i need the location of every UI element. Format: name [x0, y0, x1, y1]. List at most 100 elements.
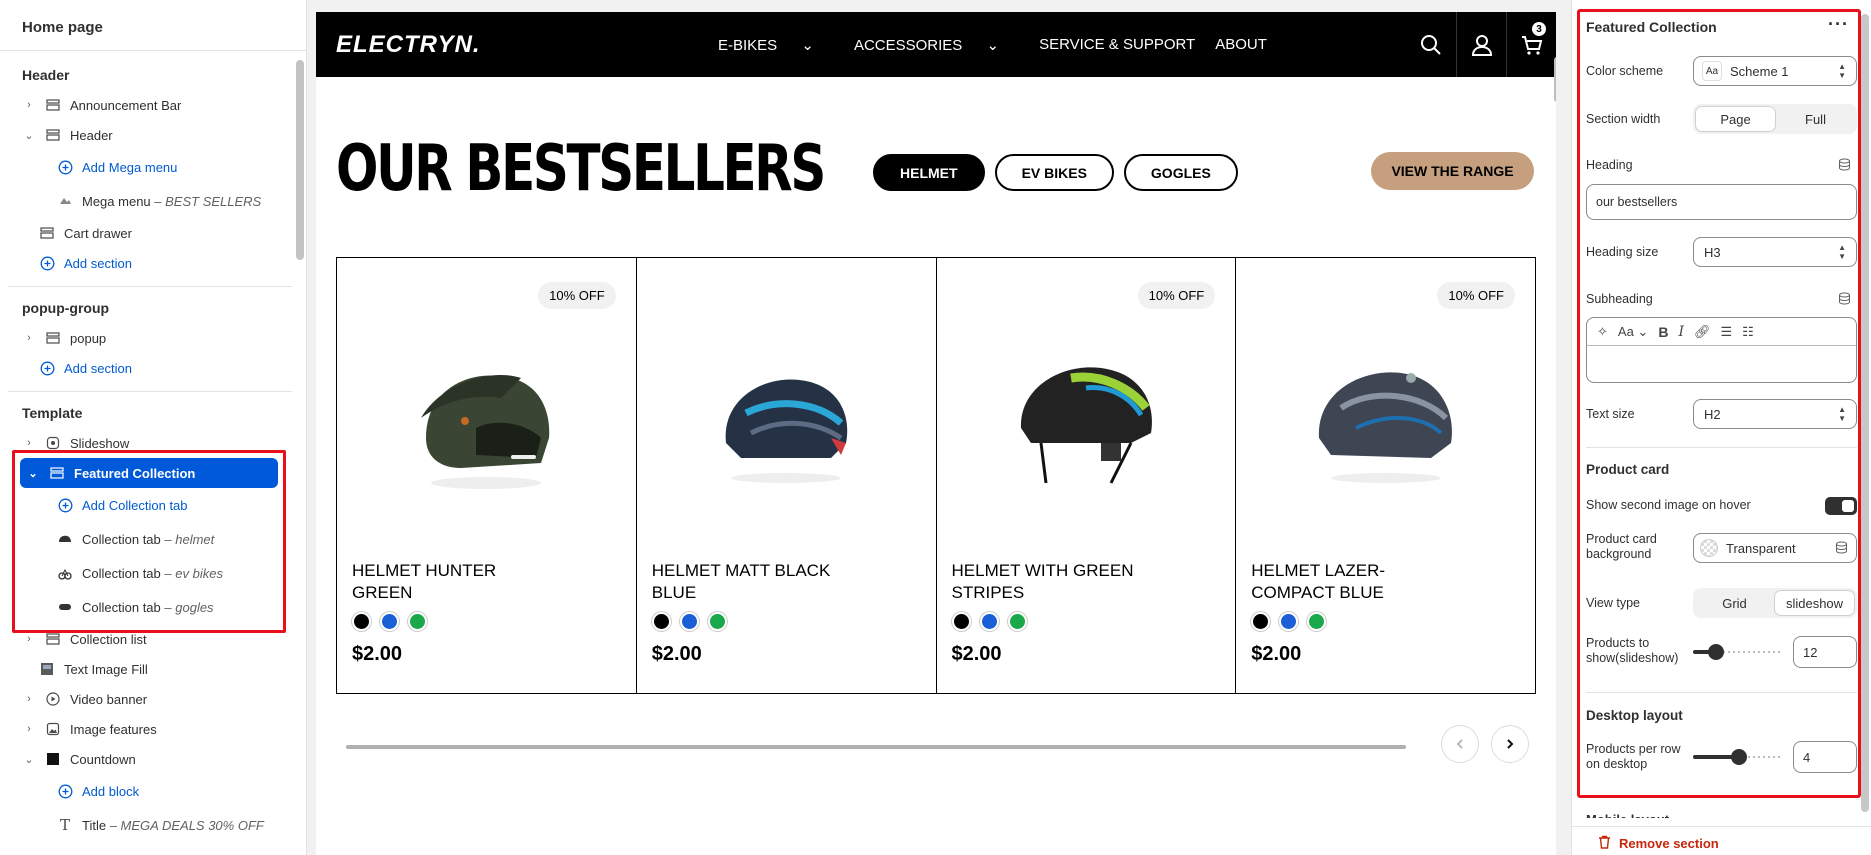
add-collection-tab-button[interactable]: Add Collection tab [0, 488, 292, 522]
tab-helmet[interactable]: HELMET [873, 154, 985, 191]
nav-item-about[interactable]: ABOUT [1215, 36, 1267, 54]
product-card[interactable]: HELMET MATT BLACK BLUE $2.00 [637, 258, 937, 693]
product-name[interactable]: HELMET LAZER-COMPACT BLUE [1251, 560, 1451, 604]
sidebar-item-popup[interactable]: › popup [0, 323, 292, 353]
slider-progress-bar[interactable] [346, 745, 1406, 749]
prev-slide-button[interactable] [1441, 725, 1479, 763]
sidebar-item-cart-drawer[interactable]: Cart drawer [0, 218, 292, 248]
add-mega-menu-button[interactable]: Add Mega menu [0, 150, 292, 184]
add-section-button[interactable]: Add section [0, 248, 292, 278]
chevron-right-icon[interactable]: › [22, 332, 36, 344]
sidebar-item-mega-menu[interactable]: Mega menu – BEST SELLERS [0, 184, 292, 218]
bold-icon[interactable]: B [1658, 324, 1668, 340]
more-options-icon[interactable]: ··· [1828, 14, 1849, 35]
view-type-slideshow-option[interactable]: slideshow [1774, 590, 1855, 616]
tab-gogles[interactable]: GOGLES [1123, 154, 1238, 191]
product-card[interactable]: 10% OFF HELMET WITH GREEN STRIPES $2.00 [937, 258, 1237, 693]
section-width-page-option[interactable]: Page [1695, 106, 1776, 132]
per-row-input[interactable]: 4 [1793, 741, 1857, 773]
swatch-blue[interactable] [979, 612, 999, 631]
sidebar-item-text-image-fill[interactable]: Text Image Fill [0, 654, 292, 684]
sidebar-item-collection-tab-gogles[interactable]: Collection tab – gogles [0, 590, 292, 624]
view-range-button[interactable]: VIEW THE RANGE [1371, 152, 1534, 190]
chevron-right-icon[interactable]: › [22, 99, 36, 111]
product-image[interactable] [401, 343, 571, 493]
product-name[interactable]: HELMET WITH GREEN STRIPES [952, 560, 1152, 604]
dynamic-source-icon[interactable] [1835, 541, 1848, 557]
chevron-right-icon[interactable]: › [22, 437, 36, 449]
products-to-show-slider[interactable] [1693, 644, 1783, 660]
sidebar-item-header[interactable]: ⌄ Header [0, 120, 292, 150]
text-style-icon[interactable]: Aa ⌄ [1618, 324, 1648, 340]
nav-item-service[interactable]: SERVICE & SUPPORT [1039, 36, 1195, 54]
chevron-down-icon[interactable]: ⌄ [22, 753, 36, 766]
chevron-down-icon[interactable]: ⌄ [26, 467, 40, 480]
section-width-full-option[interactable]: Full [1776, 106, 1855, 132]
swatch-black[interactable] [352, 612, 371, 631]
nav-item-ebikes[interactable]: E-BIKES ⌄ [718, 36, 834, 54]
cart-icon[interactable]: 3 [1506, 12, 1556, 77]
swatch-black[interactable] [951, 612, 971, 631]
product-name[interactable]: HELMET MATT BLACK BLUE [652, 560, 852, 604]
add-block-button[interactable]: Add block [0, 774, 292, 808]
link-icon[interactable]: 🔗︎ [1694, 324, 1711, 340]
product-card[interactable]: 10% OFF HELMET LAZER-COMPACT BLUE $2.00 [1236, 258, 1535, 693]
sidebar-item-title-block[interactable]: T Title – MEGA DEALS 30% OFF [0, 808, 292, 842]
add-section-button[interactable]: Add section [0, 353, 292, 383]
store-logo[interactable]: ELECTRYN. [336, 31, 481, 59]
ai-sparkle-icon[interactable]: ✧ [1597, 324, 1608, 340]
sidebar-scrollbar[interactable] [296, 60, 304, 260]
card-background-select[interactable]: Transparent [1693, 533, 1857, 563]
search-icon[interactable] [1406, 12, 1456, 77]
bullet-list-icon[interactable]: ☰ [1720, 324, 1732, 340]
account-icon[interactable] [1456, 12, 1506, 77]
swatch-green[interactable] [408, 612, 427, 631]
swatch-black[interactable] [651, 612, 671, 631]
sidebar-item-countdown[interactable]: ⌄ Countdown [0, 744, 292, 774]
product-image[interactable] [1301, 343, 1471, 493]
panel-scrollbar[interactable] [1861, 14, 1869, 812]
dynamic-source-icon[interactable] [1838, 158, 1851, 176]
chevron-right-icon[interactable]: › [22, 723, 36, 735]
view-type-grid-option[interactable]: Grid [1695, 590, 1774, 616]
second-image-toggle[interactable] [1825, 497, 1857, 515]
subheading-editor[interactable]: ✧ Aa ⌄ B I 🔗︎ ☰ ☷ [1586, 317, 1857, 383]
next-slide-button[interactable] [1491, 725, 1529, 763]
chevron-right-icon[interactable]: › [22, 693, 36, 705]
swatch-black[interactable] [1251, 612, 1271, 631]
tab-ev-bikes[interactable]: EV BIKES [994, 154, 1114, 191]
sidebar-item-image-features[interactable]: › Image features [0, 714, 292, 744]
product-name[interactable]: HELMET HUNTER GREEN [352, 560, 552, 604]
sidebar-item-video-banner[interactable]: › Video banner [0, 684, 292, 714]
chevron-down-icon[interactable]: ⌄ [22, 129, 36, 142]
dynamic-source-icon[interactable] [1838, 292, 1851, 310]
swatch-blue[interactable] [380, 612, 399, 631]
italic-icon[interactable]: I [1678, 324, 1684, 340]
sidebar-item-collection-list[interactable]: › Collection list [0, 624, 292, 654]
sidebar-item-slideshow[interactable]: › Slideshow [0, 428, 292, 458]
remove-section-button[interactable]: Remove section [1598, 835, 1719, 852]
color-scheme-select[interactable]: Aa Scheme 1 ▲ ▼ [1693, 56, 1857, 86]
product-image[interactable] [701, 343, 871, 493]
swatch-blue[interactable] [1279, 612, 1299, 631]
sidebar-item-collection-tab-ev-bikes[interactable]: Collection tab – ev bikes [0, 556, 292, 590]
heading-input[interactable]: our bestsellers [1586, 184, 1857, 220]
preview-scrollbar[interactable] [1554, 57, 1556, 102]
chevron-right-icon[interactable]: › [22, 633, 36, 645]
swatch-green[interactable] [707, 612, 727, 631]
products-to-show-input[interactable]: 12 [1793, 636, 1857, 668]
swatch-green[interactable] [1307, 612, 1327, 631]
heading-size-select[interactable]: H3 ▲ ▼ [1693, 237, 1857, 267]
text-size-select[interactable]: H2 ▲ ▼ [1693, 399, 1857, 429]
slider-knob[interactable] [1731, 749, 1747, 765]
slider-knob[interactable] [1708, 644, 1724, 660]
sidebar-item-announcement-bar[interactable]: › Announcement Bar [0, 90, 292, 120]
swatch-green[interactable] [1007, 612, 1027, 631]
nav-item-accessories[interactable]: ACCESSORIES ⌄ [854, 36, 1019, 54]
product-image[interactable] [1001, 343, 1171, 493]
sidebar-item-collection-tab-helmet[interactable]: Collection tab – helmet [0, 522, 292, 556]
sidebar-item-featured-collection[interactable]: ⌄ Featured Collection [20, 458, 278, 488]
numbered-list-icon[interactable]: ☷ [1742, 324, 1754, 340]
per-row-slider[interactable] [1693, 749, 1783, 765]
product-card[interactable]: 10% OFF HELMET HUNTER GREEN $2.00 [337, 258, 637, 693]
